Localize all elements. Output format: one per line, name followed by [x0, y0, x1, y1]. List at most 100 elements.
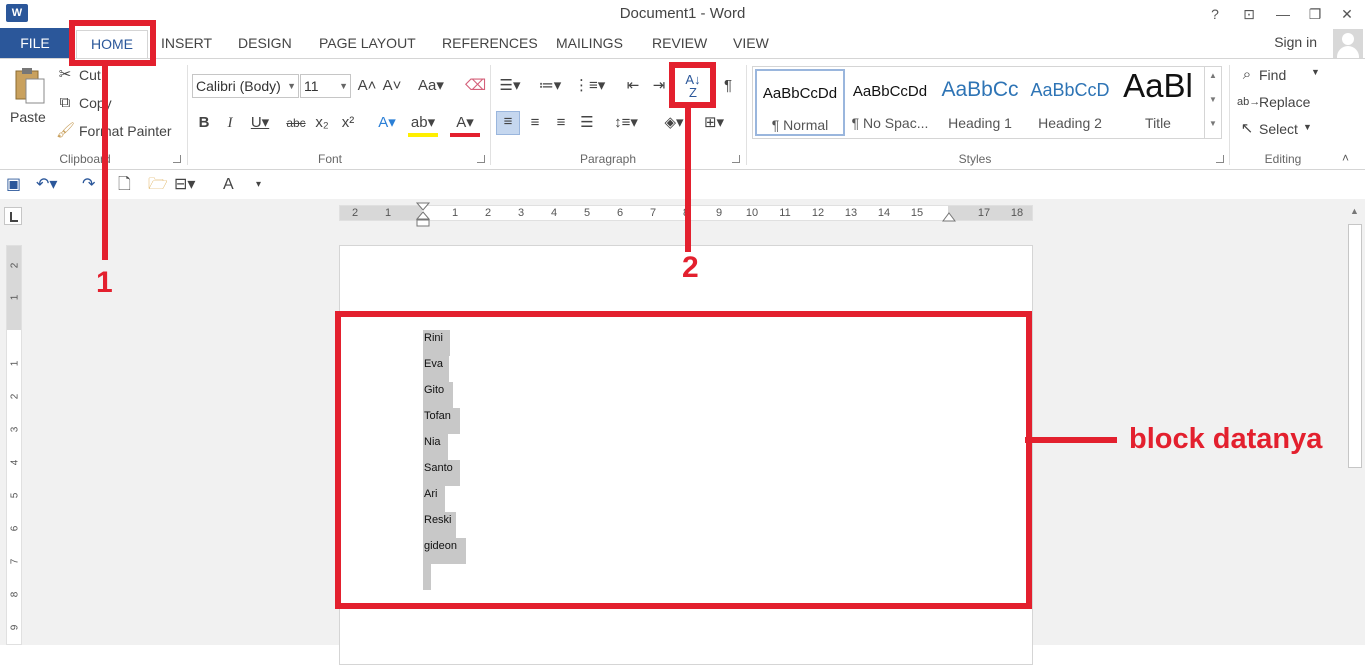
align-right-icon[interactable]: ≡ [550, 113, 572, 133]
styles-scroll[interactable]: ▲ ▼ ▼ [1204, 67, 1221, 138]
font-launcher-icon[interactable] [477, 155, 485, 163]
font-size-combo[interactable]: 11 ▼ [300, 74, 351, 98]
styles-launcher-icon[interactable] [1216, 155, 1224, 163]
tab-design[interactable]: DESIGN [238, 28, 292, 58]
tab-page-layout[interactable]: PAGE LAYOUT [319, 28, 416, 58]
scroll-thumb[interactable] [1348, 224, 1362, 468]
undo-icon[interactable]: ↶▾ [36, 175, 57, 195]
format-painter-button[interactable]: 🖌 Format Painter [56, 121, 181, 143]
collapse-ribbon-icon[interactable]: ˄ [1342, 151, 1349, 165]
new-document-icon[interactable]: 🗋 [118, 175, 131, 195]
tab-selector-icon[interactable] [4, 207, 22, 225]
change-case-icon[interactable]: Aa▾ [414, 76, 448, 96]
more-styles-icon[interactable]: ▼ [1209, 119, 1217, 128]
paste-button[interactable]: Paste [6, 65, 50, 131]
tab-references[interactable]: REFERENCES [442, 28, 538, 58]
sign-in-link[interactable]: Sign in [1274, 34, 1317, 50]
format-painter-label: Format Painter [79, 123, 172, 139]
paste-label: Paste [10, 109, 46, 125]
text-effects-icon[interactable]: A▾ [372, 113, 402, 133]
underline-icon[interactable]: U▾ [247, 113, 273, 133]
style-name: Title [1145, 115, 1171, 131]
save-icon[interactable]: ▣ [6, 175, 21, 195]
redo-icon[interactable]: ↷ [82, 175, 95, 195]
justify-icon[interactable]: ☰ [576, 113, 598, 133]
ruler-tick: 3 [517, 207, 525, 219]
superscript-icon[interactable]: x² [338, 113, 358, 133]
quick-access-toolbar: ▣ ↶▾ ↷ 🗋 🗁 ⊟▾ A ▾ [0, 171, 1365, 199]
annotation-box-sort-button [669, 62, 716, 108]
ruler-tick: 5 [9, 492, 21, 499]
right-indent-marker-icon[interactable] [942, 212, 956, 222]
vertical-scrollbar[interactable]: ▲ [1346, 199, 1365, 645]
style-sample: AaBl [1123, 67, 1193, 104]
style-name: Heading 1 [948, 115, 1012, 131]
italic-icon[interactable]: I [221, 113, 239, 133]
clipboard-paste-icon [15, 68, 45, 104]
borders-icon[interactable]: ⊞▾ [696, 113, 732, 133]
select-button[interactable]: ↖ Select ▼ [1237, 119, 1327, 141]
tab-insert[interactable]: INSERT [161, 28, 212, 58]
customize-toolbar-icon[interactable]: ▾ [256, 175, 261, 195]
avatar[interactable] [1333, 29, 1363, 59]
clear-formatting-icon[interactable]: ⌫ [465, 76, 486, 96]
font-name-combo[interactable]: Calibri (Body) ▼ [192, 74, 299, 98]
multilevel-list-icon[interactable]: ⋮≡▾ [574, 76, 605, 96]
ruler-tick: 2 [351, 207, 359, 219]
chevron-up-icon[interactable]: ▲ [1209, 71, 1217, 80]
ribbon-display-options-button[interactable]: ⊡ [1234, 3, 1264, 25]
line-spacing-icon[interactable]: ↕≡▾ [609, 113, 643, 133]
close-button[interactable]: ✕ [1332, 3, 1362, 25]
grow-font-icon[interactable]: A˄ [357, 76, 377, 96]
annotation-step-1: 1 [96, 266, 113, 299]
font-icon[interactable]: A [223, 175, 234, 195]
tab-view[interactable]: VIEW [733, 28, 769, 58]
style-name: ¶ No Spac... [851, 115, 929, 131]
tab-mailings[interactable]: MAILINGS [556, 28, 623, 58]
maximize-button[interactable]: ❐ [1300, 3, 1330, 25]
align-center-icon[interactable]: ≡ [524, 113, 546, 133]
print-layout-icon[interactable]: ⊟▾ [174, 175, 195, 195]
replace-button[interactable]: ab→ Replace [1237, 92, 1327, 114]
clipboard-launcher-icon[interactable] [173, 155, 181, 163]
copy-button[interactable]: ⧉ Copy [56, 93, 176, 115]
style-heading-2[interactable]: AaBbCcD Heading 2 [1025, 69, 1115, 136]
cut-button[interactable]: ✂ Cut [56, 65, 176, 87]
group-divider [187, 65, 188, 165]
open-folder-icon[interactable]: 🗁 [148, 175, 168, 195]
subscript-icon[interactable]: x₂ [312, 113, 332, 133]
scroll-up-icon[interactable]: ▲ [1350, 206, 1359, 216]
style-title[interactable]: AaBl Title [1115, 67, 1201, 136]
tab-file[interactable]: FILE [0, 28, 70, 58]
indent-marker-icon[interactable] [416, 202, 430, 228]
chevron-down-icon[interactable]: ▼ [1209, 95, 1217, 104]
increase-indent-icon[interactable]: ⇥ [648, 76, 670, 96]
vertical-ruler[interactable]: 2 1 1 2 3 4 5 6 7 8 9 [6, 245, 22, 645]
bullets-icon[interactable]: ☰▾ [497, 76, 523, 96]
style-no-spacing[interactable]: AaBbCcDd ¶ No Spac... [845, 69, 935, 136]
highlight-color-icon[interactable]: ab▾ [408, 113, 438, 137]
align-left-icon[interactable]: ≡ [496, 111, 520, 135]
shrink-font-icon[interactable]: A˅ [382, 76, 402, 96]
font-color-icon[interactable]: A▾ [450, 113, 480, 137]
minimize-button[interactable]: — [1268, 3, 1298, 25]
paragraph-launcher-icon[interactable] [732, 155, 740, 163]
cursor-arrow-icon: ↖ [1240, 120, 1254, 137]
tab-review[interactable]: REVIEW [652, 28, 707, 58]
ruler-tick: 8 [9, 591, 21, 598]
style-normal[interactable]: AaBbCcDd ¶ Normal [755, 69, 845, 136]
numbering-icon[interactable]: ≔▾ [535, 76, 565, 96]
show-formatting-marks-icon[interactable]: ¶ [718, 76, 738, 96]
find-button[interactable]: ⌕ Find ▼ [1237, 65, 1327, 87]
ruler-tick: 6 [616, 207, 624, 219]
annotation-pointer-line [1025, 437, 1117, 443]
style-name: ¶ Normal [771, 117, 829, 133]
group-divider [490, 65, 491, 165]
help-button[interactable]: ? [1200, 3, 1230, 25]
strikethrough-icon[interactable]: abc [284, 113, 308, 133]
bold-icon[interactable]: B [195, 113, 213, 133]
decrease-indent-icon[interactable]: ⇤ [622, 76, 644, 96]
replace-label: Replace [1259, 94, 1311, 110]
style-heading-1[interactable]: AaBbCc Heading 1 [935, 69, 1025, 136]
chevron-down-icon: ▼ [287, 81, 296, 91]
